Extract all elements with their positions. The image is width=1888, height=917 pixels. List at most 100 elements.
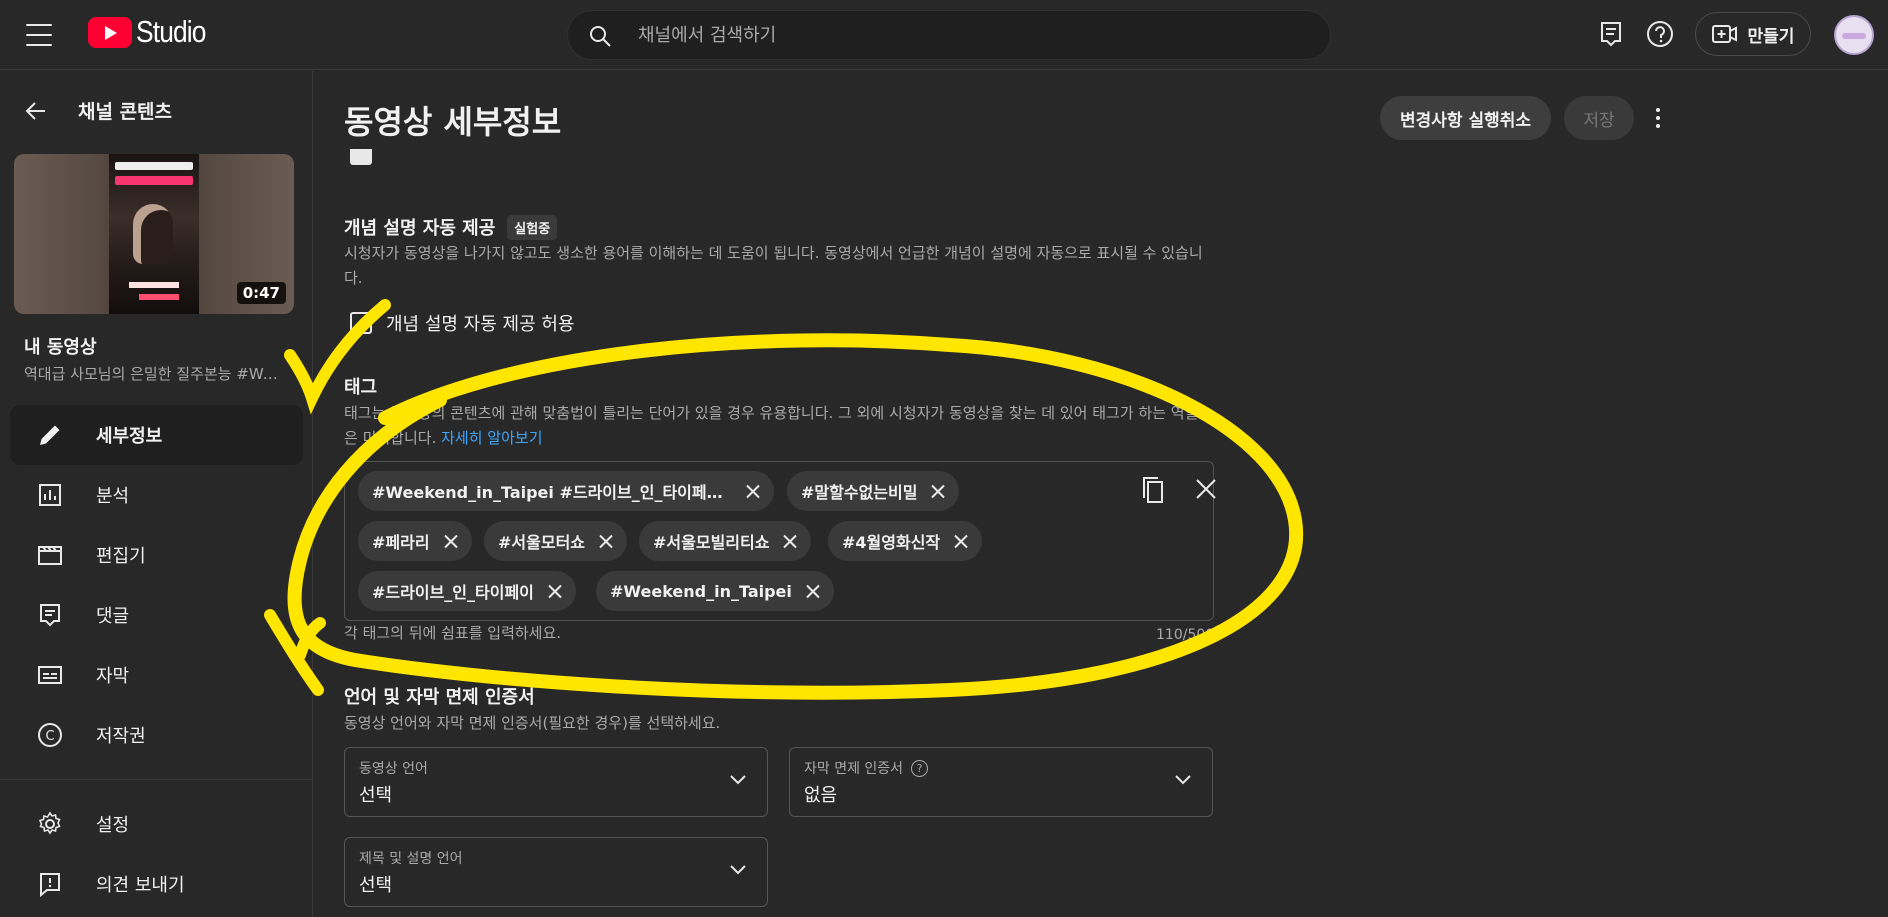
tag-remove-icon[interactable] [954, 534, 968, 548]
save-button[interactable]: 저장 [1564, 96, 1634, 140]
caption-certification-select[interactable]: 자막 면제 인증서 ? 없음 [789, 747, 1213, 817]
gear-icon [38, 811, 61, 835]
search-icon[interactable] [588, 24, 612, 48]
sidebar-item-label: 댓글 [96, 606, 130, 627]
tag-chip-label: #서울모터쇼 [498, 533, 586, 552]
comments-icon [40, 604, 60, 627]
create-label: 만들기 [1747, 26, 1795, 47]
language-section-title: 언어 및 자막 면제 인증서 [344, 683, 535, 709]
title-description-language-select[interactable]: 제목 및 설명 언어 선택 [344, 837, 768, 907]
sidebar-item-send-feedback[interactable]: 의견 보내기 [10, 854, 303, 914]
select-value: 선택 [359, 875, 393, 896]
video-title: 역대급 사모님의 은밀한 질주본능 #We... [24, 365, 284, 383]
tag-chip-label: #Weekend_in_Taipei [610, 581, 792, 601]
youtube-play-icon [88, 16, 132, 48]
video-language-select[interactable]: 동영상 언어 선택 [344, 747, 768, 817]
sidebar-item-label: 편집기 [96, 546, 146, 567]
tag-remove-icon[interactable] [746, 484, 760, 498]
chevron-down-icon [730, 775, 746, 785]
concepts-checkbox[interactable] [350, 312, 372, 334]
tag-chip: #드라이브_인_타이페이 [358, 571, 576, 611]
search-input[interactable] [638, 21, 1298, 49]
tags-input-box[interactable]: #Weekend_in_Taipei #드라이브_인_타이페이 ... #말할수… [344, 461, 1217, 621]
svg-text:C: C [45, 729, 54, 744]
sidebar-item-label: 분석 [96, 486, 130, 507]
undo-changes-button[interactable]: 변경사항 실행취소 [1380, 96, 1552, 140]
tag-chip: #말할수없는비밀 [787, 471, 960, 511]
create-button[interactable]: 만들기 [1695, 12, 1811, 56]
select-label: 제목 및 설명 언어 [359, 851, 463, 867]
tag-remove-icon[interactable] [783, 534, 797, 548]
clear-all-icon[interactable] [1195, 478, 1217, 500]
hamburger-menu-icon[interactable] [24, 21, 54, 49]
chevron-down-icon [730, 865, 746, 875]
main-content: 동영상 세부정보 변경사항 실행취소 저장 개념 설명 자동 제공 실험중 시청… [314, 71, 1888, 917]
search-bar[interactable] [567, 10, 1331, 60]
sidebar-item-analytics[interactable]: 분석 [10, 465, 303, 525]
back-label: 채널 콘텐츠 [78, 101, 173, 123]
back-to-channel-content[interactable]: 채널 콘텐츠 [24, 97, 172, 124]
page-title: 동영상 세부정보 [344, 103, 562, 141]
account-avatar[interactable] [1834, 15, 1874, 55]
create-video-icon [1711, 25, 1737, 43]
sidebar: 채널 콘텐츠 0:47 내 동영상 역대급 사모님의 은밀한 질주본능 #We.… [0, 71, 313, 917]
help-icon[interactable] [1645, 19, 1675, 49]
sidebar-item-details[interactable]: 세부정보 [10, 405, 303, 465]
select-label: 자막 면제 인증서 ? [804, 758, 929, 778]
thumbnail-image [109, 154, 199, 314]
video-duration: 0:47 [236, 282, 286, 304]
sidebar-item-label: 저작권 [96, 726, 146, 747]
tag-chip: #Weekend_in_Taipei #드라이브_인_타이페이 ... [358, 471, 774, 511]
my-video-label: 내 동영상 [24, 337, 97, 358]
select-value: 선택 [359, 785, 393, 806]
tag-chip: #Weekend_in_Taipei [596, 571, 834, 611]
tag-chip-label: #4월영화신작 [842, 533, 941, 552]
sidebar-item-label: 설정 [96, 815, 130, 836]
learn-more-link[interactable]: 자세히 알아보기 [441, 429, 542, 447]
sidebar-item-copyright[interactable]: C 저작권 [10, 705, 303, 765]
tag-remove-icon[interactable] [444, 534, 458, 548]
concepts-description: 시청자가 동영상을 나가지 않고도 생소한 용어를 이해하는 데 도움이 됩니다… [344, 244, 1203, 287]
tags-description: 태그는 동영상의 콘텐츠에 관해 맞춤법이 틀리는 단어가 있을 경우 유용합니… [344, 401, 1204, 451]
sidebar-item-comments[interactable]: 댓글 [10, 585, 303, 645]
help-icon[interactable]: ? [911, 759, 929, 777]
studio-logo[interactable]: Studio [88, 14, 218, 50]
feedback-comment-icon[interactable] [1596, 19, 1626, 49]
tag-chip-label: #서울모빌리티쇼 [653, 533, 770, 552]
checked-checkbox[interactable] [350, 149, 372, 165]
sidebar-item-editor[interactable]: 편집기 [10, 525, 303, 585]
sidebar-item-label: 자막 [96, 666, 130, 687]
more-options-icon[interactable] [1653, 104, 1663, 132]
concepts-checkbox-row[interactable]: 개념 설명 자동 제공 허용 [350, 310, 575, 336]
tag-chip: #서울모빌리티쇼 [639, 521, 812, 561]
video-thumbnail[interactable]: 0:47 [14, 154, 294, 314]
subtitles-icon [38, 666, 62, 684]
select-label: 동영상 언어 [359, 761, 428, 777]
caption-cert-label-text: 자막 면제 인증서 [804, 761, 904, 777]
tags-section-title: 태그 [344, 373, 377, 399]
chevron-down-icon [1175, 775, 1191, 785]
tag-remove-icon[interactable] [599, 534, 613, 548]
feedback-icon [40, 873, 60, 897]
logo-text: Studio [136, 14, 206, 49]
experimental-badge: 실험중 [507, 214, 558, 240]
copy-icon[interactable] [1141, 476, 1165, 504]
concepts-section-title: 개념 설명 자동 제공 실험중 [344, 214, 558, 240]
tag-chip-label: #드라이브_인_타이페이 [372, 583, 534, 602]
tag-remove-icon[interactable] [931, 484, 945, 498]
sidebar-divider [0, 779, 313, 780]
back-arrow-icon[interactable] [24, 99, 48, 123]
tag-chip: #4월영화신작 [828, 521, 983, 561]
sidebar-item-subtitles[interactable]: 자막 [10, 645, 303, 705]
pencil-icon [40, 425, 60, 445]
scrolled-checkbox-row [350, 149, 650, 167]
language-title: 언어 및 자막 면제 인증서 [344, 687, 535, 708]
sidebar-item-settings[interactable]: 설정 [10, 794, 303, 854]
sidebar-item-label: 의견 보내기 [96, 875, 185, 896]
select-value: 없음 [804, 785, 838, 806]
tags-character-count: 110/500 [1156, 627, 1215, 643]
tag-remove-icon[interactable] [548, 584, 562, 598]
tags-hint: 각 태그의 뒤에 쉼표를 입력하세요. [344, 624, 562, 642]
sidebar-item-label: 세부정보 [96, 426, 163, 447]
tag-remove-icon[interactable] [806, 584, 820, 598]
